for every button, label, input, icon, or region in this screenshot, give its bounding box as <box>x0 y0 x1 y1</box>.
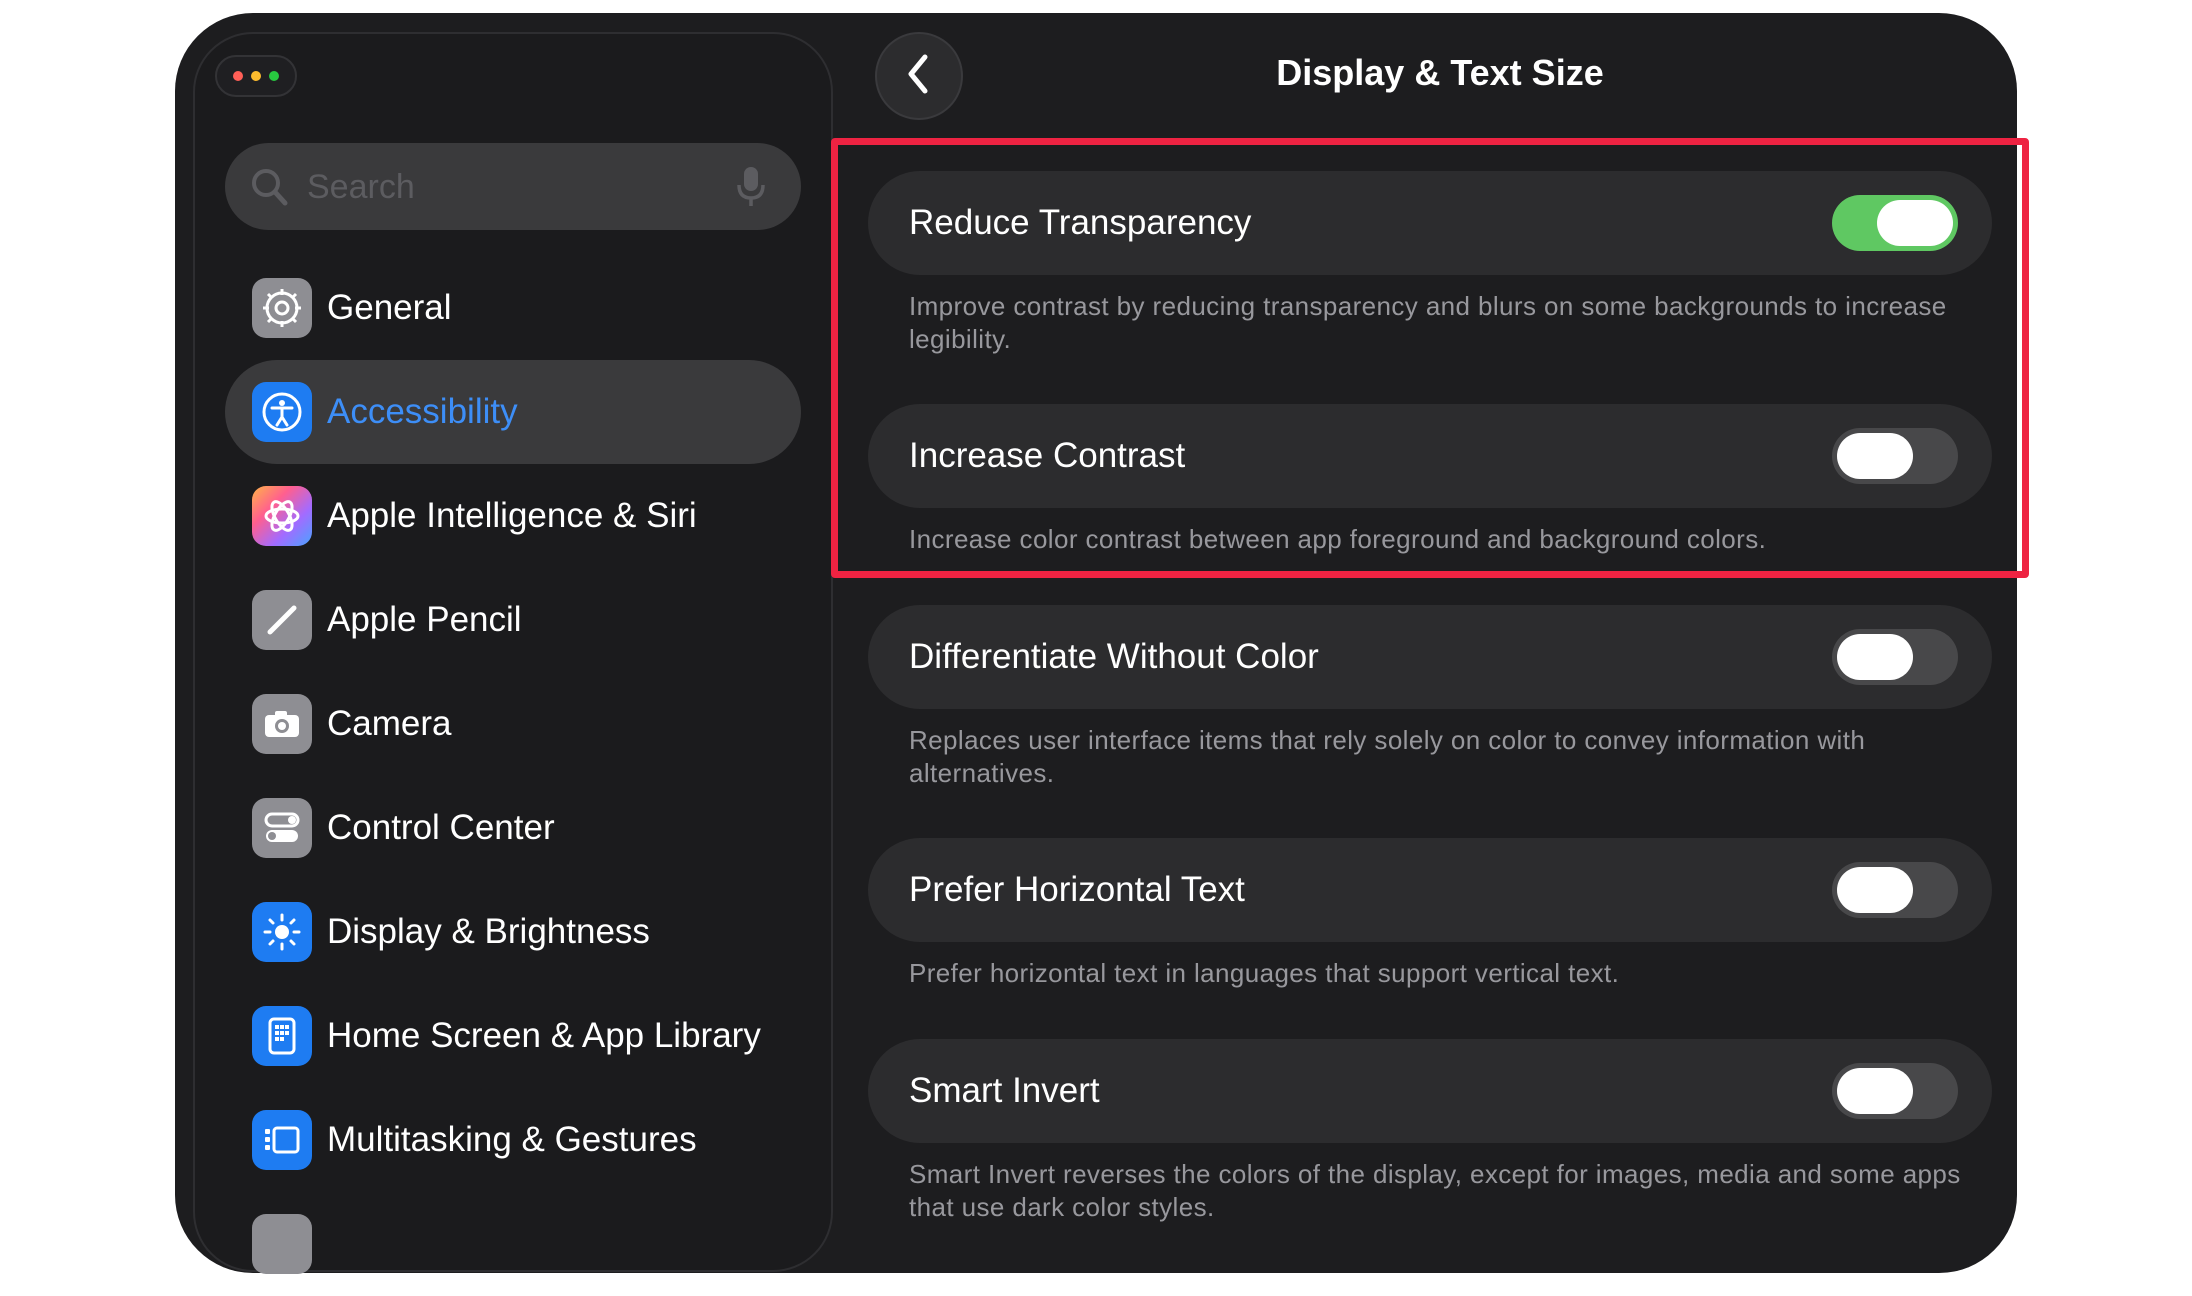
setting-description: Prefer horizontal text in languages that… <box>909 958 1620 988</box>
sidebar-item-label: Apple Pencil <box>327 600 522 639</box>
sidebar-item-label: Display & Brightness <box>327 912 650 951</box>
toggle-knob <box>1837 634 1913 680</box>
sidebar-item-label: General <box>327 288 452 327</box>
sidebar-item-apple-pencil[interactable]: Apple Pencil <box>225 568 801 672</box>
setting-description: Smart Invert reverses the colors of the … <box>909 1159 1961 1222</box>
setting-label: Prefer Horizontal Text <box>909 870 1245 909</box>
prefer-horizontal-text-toggle[interactable] <box>1832 862 1958 918</box>
camera-icon <box>252 694 312 754</box>
sidebar-item-label: Control Center <box>327 808 555 847</box>
differentiate-without-color-toggle[interactable] <box>1832 629 1958 685</box>
microphone-icon[interactable] <box>735 165 767 214</box>
sidebar-item-camera[interactable]: Camera <box>225 672 801 776</box>
sidebar-item-label: Camera <box>327 704 452 743</box>
setting-smart-invert: Smart Invert <box>868 1039 1992 1143</box>
zoom-dot[interactable] <box>269 71 279 81</box>
home-screen-icon <box>252 1006 312 1066</box>
chevron-left-icon <box>903 53 935 100</box>
search-bar[interactable] <box>225 143 801 232</box>
sidebar-item-label: Accessibility <box>327 392 518 431</box>
back-button[interactable] <box>875 32 963 120</box>
brightness-icon <box>252 902 312 962</box>
sidebar-item-accessibility[interactable]: Accessibility <box>225 360 801 464</box>
pencil-icon <box>252 590 312 650</box>
search-icon <box>249 165 289 214</box>
sidebar-item-label: Home Screen & App Library <box>327 1016 761 1055</box>
control-center-icon <box>252 798 312 858</box>
sidebar-item-apple-intelligence-siri[interactable]: Apple Intelligence & Siri <box>225 464 801 568</box>
highlight-box <box>831 138 2029 578</box>
sidebar-item-partial[interactable] <box>225 1192 801 1296</box>
search-input[interactable] <box>305 143 729 232</box>
setting-prefer-horizontal-text: Prefer Horizontal Text <box>868 838 1992 942</box>
gear-icon <box>252 278 312 338</box>
setting-differentiate-without-color: Differentiate Without Color <box>868 605 1992 709</box>
toggle-knob <box>1837 1068 1913 1114</box>
close-dot[interactable] <box>233 71 243 81</box>
search-icon <box>252 1214 312 1274</box>
accessibility-icon <box>252 382 312 442</box>
sidebar-item-multitasking[interactable]: Multitasking & Gestures <box>225 1088 801 1192</box>
sidebar-item-home-screen[interactable]: Home Screen & App Library <box>225 984 801 1088</box>
sidebar-item-general[interactable]: General <box>225 256 801 360</box>
minimize-dot[interactable] <box>251 71 261 81</box>
sidebar-item-display-brightness[interactable]: Display & Brightness <box>225 880 801 984</box>
sidebar-item-label: Apple Intelligence & Siri <box>327 496 697 535</box>
sidebar-item-control-center[interactable]: Control Center <box>225 776 801 880</box>
page-title: Display & Text Size <box>1276 52 1604 93</box>
setting-description: Replaces user interface items that rely … <box>909 725 1866 788</box>
smart-invert-toggle[interactable] <box>1832 1063 1958 1119</box>
siri-icon <box>252 486 312 546</box>
setting-label: Smart Invert <box>909 1071 1100 1110</box>
sidebar-item-label: Multitasking & Gestures <box>327 1120 697 1159</box>
window-controls[interactable] <box>215 55 297 97</box>
multitasking-icon <box>252 1110 312 1170</box>
setting-label: Differentiate Without Color <box>909 637 1319 676</box>
toggle-knob <box>1837 867 1913 913</box>
